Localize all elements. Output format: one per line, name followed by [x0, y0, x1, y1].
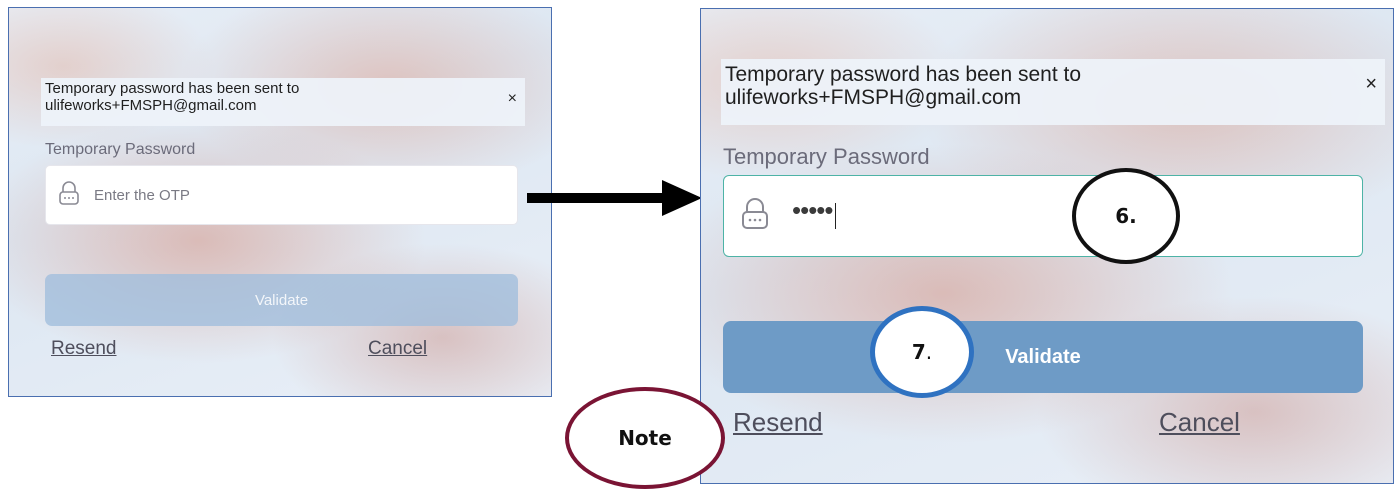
- validate-button-disabled[interactable]: Validate: [45, 274, 518, 326]
- note-callout: Note: [565, 387, 725, 489]
- resend-link[interactable]: Resend: [51, 338, 117, 360]
- otp-dialog-before: Temporary password has been sent to ulif…: [8, 7, 552, 397]
- otp-input-focused[interactable]: •••••: [723, 175, 1363, 257]
- close-icon[interactable]: ×: [508, 90, 517, 108]
- note-label: Note: [618, 426, 672, 450]
- otp-sent-message: Temporary password has been sent to ulif…: [721, 59, 1385, 125]
- message-line-1: Temporary password has been sent to: [725, 63, 1082, 86]
- otp-placeholder: Enter the OTP: [94, 186, 190, 204]
- right-arrow-icon: [527, 180, 702, 216]
- step-7-callout: 7.: [870, 306, 974, 398]
- validate-button[interactable]: Validate: [723, 321, 1363, 393]
- lock-icon: [740, 197, 770, 235]
- step-7-dot: .: [925, 340, 933, 364]
- step-6-callout: 6.: [1072, 168, 1180, 264]
- step-6-label: 6.: [1115, 204, 1137, 228]
- cancel-link[interactable]: Cancel: [1159, 407, 1240, 438]
- cancel-link[interactable]: Cancel: [368, 338, 427, 360]
- message-email: ulifeworks+FMSPH@gmail.com: [45, 96, 257, 114]
- otp-masked-value: •••••: [792, 194, 834, 225]
- text-caret: [834, 203, 837, 229]
- resend-link[interactable]: Resend: [733, 407, 823, 438]
- message-email: ulifeworks+FMSPH@gmail.com: [725, 86, 1022, 110]
- temporary-password-label: Temporary Password: [723, 144, 930, 169]
- otp-sent-message: Temporary password has been sent to ulif…: [41, 78, 525, 126]
- step-7-number: 7: [911, 340, 926, 364]
- lock-icon: [58, 180, 80, 210]
- message-line-1: Temporary password has been sent to: [45, 80, 300, 97]
- close-icon[interactable]: ×: [1365, 73, 1377, 95]
- otp-input[interactable]: Enter the OTP: [45, 165, 518, 225]
- temporary-password-label: Temporary Password: [45, 141, 196, 158]
- otp-dialog-after: Temporary password has been sent to ulif…: [700, 8, 1394, 484]
